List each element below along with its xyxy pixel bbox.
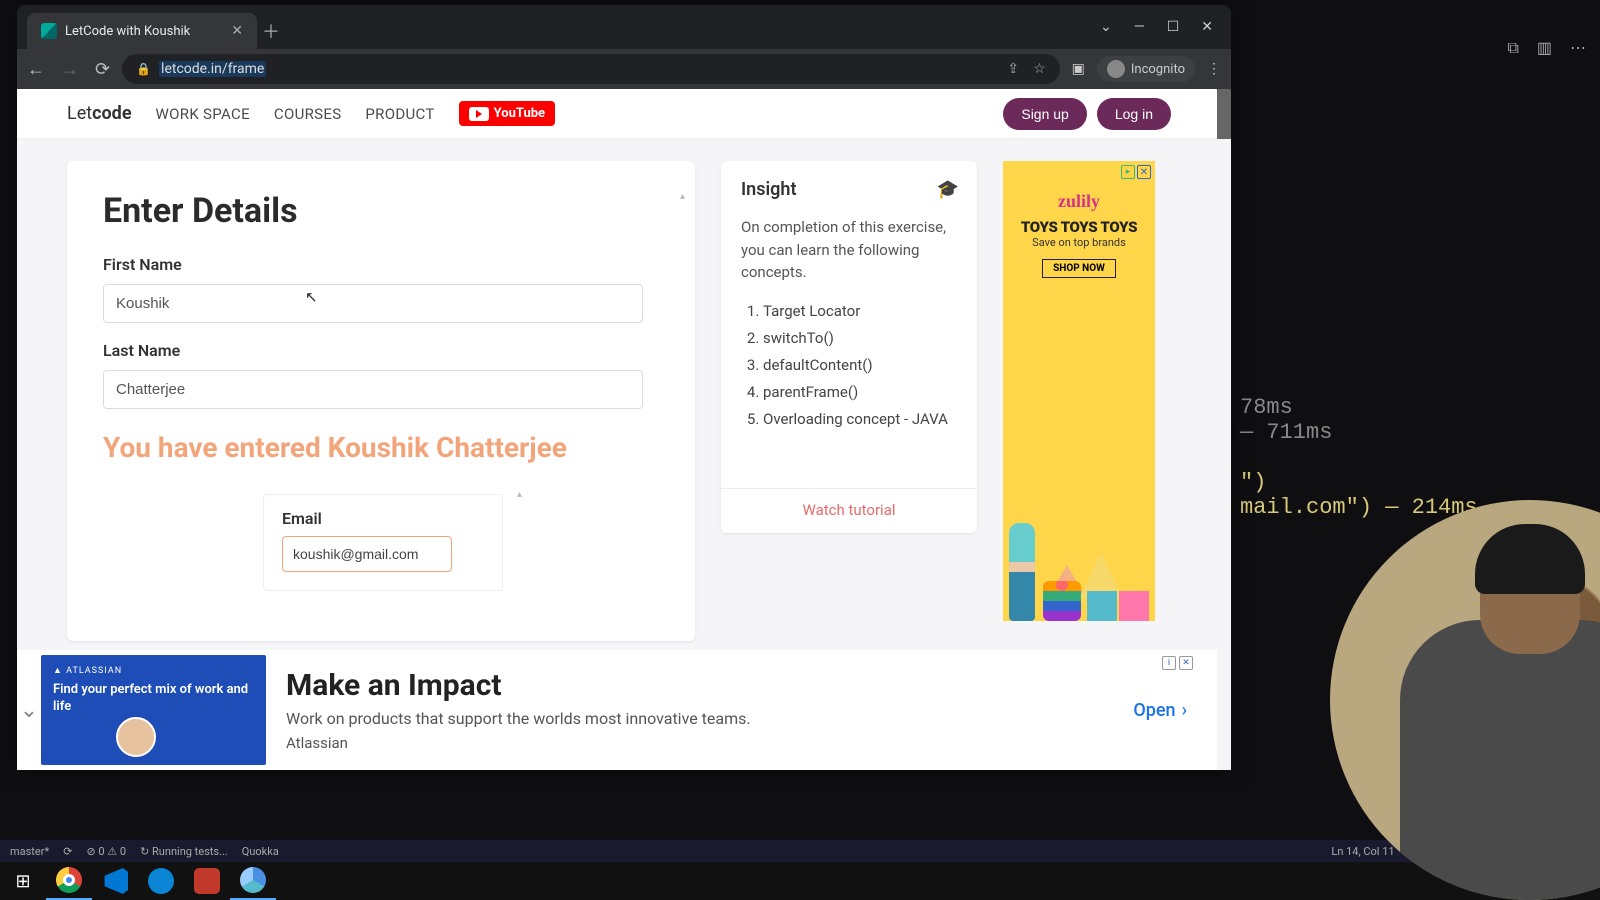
ad-close-icon[interactable]: ✕: [1137, 165, 1151, 179]
problems[interactable]: ⊘ 0 ⚠ 0: [86, 845, 126, 858]
chevron-down-icon[interactable]: ⌄: [1100, 19, 1112, 35]
youtube-button[interactable]: YouTube: [459, 101, 555, 126]
adchoices-icon[interactable]: ▸: [1121, 165, 1135, 179]
enter-details-card: ▴ Enter Details First Name Last Name You…: [67, 161, 695, 641]
taskbar-chrome[interactable]: [46, 862, 92, 900]
maximize-icon[interactable]: ☐: [1167, 19, 1180, 35]
more-icon[interactable]: ⋯: [1570, 38, 1586, 58]
insight-desc: On completion of this exercise, you can …: [741, 216, 957, 284]
taskbar-vscode[interactable]: [92, 862, 138, 900]
close-window-icon[interactable]: ✕: [1201, 19, 1213, 35]
ide-top-right-icons: ⧉ ▥ ⋯: [1507, 38, 1586, 58]
ad-headline: TOYS TOYS TOYS: [1009, 218, 1149, 236]
bottom-banner-ad[interactable]: i ✕ ⌄ ▲ ATLASSIAN Find your perfect mix …: [17, 650, 1217, 770]
insight-item: parentFrame(): [763, 379, 957, 406]
forward-icon[interactable]: →: [61, 59, 79, 80]
ad-marks: i ✕: [1162, 656, 1193, 670]
cursor-pos[interactable]: Ln 14, Col 11: [1331, 845, 1394, 858]
signup-button[interactable]: Sign up: [1003, 98, 1086, 130]
frame-scroll-indicator[interactable]: ▴: [680, 191, 685, 202]
youtube-icon: [469, 107, 489, 121]
star-icon[interactable]: ☆: [1033, 61, 1046, 77]
insight-list: Target Locator switchTo() defaultContent…: [763, 298, 957, 433]
new-tab-button[interactable]: ＋: [257, 13, 285, 49]
insight-card: Insight 🎓 On completion of this exercise…: [721, 161, 977, 533]
browser-tabstrip: LetCode with Koushik ✕ ＋ ⌄ — ☐ ✕: [17, 5, 1231, 49]
login-button[interactable]: Log in: [1097, 98, 1171, 130]
last-name-input[interactable]: [103, 370, 643, 409]
tab-favicon: [41, 23, 57, 39]
mouse-cursor: ↖: [305, 288, 318, 306]
close-tab-icon[interactable]: ✕: [231, 23, 243, 39]
ad-headline: Make an Impact: [286, 668, 1113, 703]
ad-brand: zulily: [1009, 191, 1149, 212]
extensions-icon[interactable]: ▣: [1072, 61, 1085, 77]
vscode-status-bar: master* ⟳ ⊘ 0 ⚠ 0 ↻ Running tests... Quo…: [0, 840, 1600, 862]
quokka-status[interactable]: Quokka: [242, 845, 279, 858]
ad-subhead: Save on top brands: [1009, 236, 1149, 249]
email-input[interactable]: [282, 536, 452, 572]
adclose-icon[interactable]: ✕: [1179, 656, 1193, 670]
url-input[interactable]: 🔒 letcode.in/frame ⇪ ☆: [122, 54, 1060, 84]
nav-workspace[interactable]: WORK SPACE: [156, 105, 250, 123]
entered-result: You have entered Koushik Chatterjee: [103, 431, 659, 464]
site-logo[interactable]: Letcode: [67, 103, 132, 124]
adinfo-icon[interactable]: i: [1162, 656, 1176, 670]
chrome-window: LetCode with Koushik ✕ ＋ ⌄ — ☐ ✕ ← → ⟳ 🔒…: [17, 5, 1231, 770]
start-button[interactable]: ⊞: [0, 862, 46, 900]
split-icon[interactable]: ⧉: [1507, 38, 1518, 58]
ad-sub: Work on products that support the worlds…: [286, 709, 1113, 728]
page-viewport: Letcode WORK SPACE COURSES PRODUCT YouTu…: [17, 89, 1231, 770]
inner-scroll-indicator[interactable]: ▴: [517, 489, 522, 500]
last-name-label: Last Name: [103, 341, 659, 360]
inner-email-frame: ▴ Email: [263, 494, 503, 591]
incognito-badge[interactable]: Incognito: [1097, 56, 1195, 82]
ad-cta[interactable]: SHOP NOW: [1042, 259, 1116, 278]
nav-product[interactable]: PRODUCT: [365, 105, 434, 123]
taskbar-chromium[interactable]: [230, 862, 276, 900]
windows-taskbar: ⊞: [0, 862, 1600, 900]
card-heading: Enter Details: [103, 191, 659, 231]
minimize-icon[interactable]: —: [1134, 19, 1145, 35]
test-status[interactable]: ↻ Running tests...: [140, 845, 228, 858]
first-name-input[interactable]: [103, 284, 643, 323]
window-controls: ⌄ — ☐ ✕: [1082, 5, 1231, 49]
reload-icon[interactable]: ⟳: [95, 59, 110, 80]
insight-item: switchTo(): [763, 325, 957, 352]
taskbar-camtasia[interactable]: [184, 862, 230, 900]
kebab-menu-icon[interactable]: ⋮: [1207, 61, 1221, 77]
lock-icon: 🔒: [136, 62, 151, 76]
nav-courses[interactable]: COURSES: [274, 105, 342, 123]
insight-title: Insight: [741, 179, 957, 200]
address-bar: ← → ⟳ 🔒 letcode.in/frame ⇪ ☆ ▣ Incognito…: [17, 49, 1231, 89]
git-branch[interactable]: master*: [10, 845, 49, 858]
insight-item: Target Locator: [763, 298, 957, 325]
collapse-ad-icon[interactable]: ⌄: [17, 698, 41, 723]
layout-icon[interactable]: ▥: [1537, 38, 1552, 58]
share-icon[interactable]: ⇪: [1007, 61, 1019, 77]
ad-company: Atlassian: [286, 734, 1113, 752]
insight-item: Overloading concept - JAVA: [763, 406, 957, 433]
insight-item: defaultContent(): [763, 352, 957, 379]
watch-tutorial-link[interactable]: Watch tutorial: [721, 488, 977, 519]
taskbar-app-blue[interactable]: [138, 862, 184, 900]
ad-image: ▲ ATLASSIAN Find your perfect mix of wor…: [41, 655, 266, 765]
browser-tab[interactable]: LetCode with Koushik ✕: [27, 13, 257, 49]
email-label: Email: [282, 509, 484, 528]
site-nav: Letcode WORK SPACE COURSES PRODUCT YouTu…: [17, 89, 1231, 139]
incognito-icon: [1107, 60, 1125, 78]
ad-toy-image: [1003, 481, 1155, 621]
back-icon[interactable]: ←: [27, 59, 45, 80]
graduation-cap-icon: 🎓: [937, 179, 959, 200]
chevron-right-icon: ›: [1182, 700, 1187, 721]
url-text: letcode.in/frame: [159, 61, 266, 77]
first-name-label: First Name: [103, 255, 659, 274]
sync-icon[interactable]: ⟳: [63, 845, 72, 858]
tab-title: LetCode with Koushik: [65, 24, 190, 39]
sidebar-ad[interactable]: ▸✕ zulily TOYS TOYS TOYS Save on top bra…: [1003, 161, 1155, 621]
ad-open-button[interactable]: Open ›: [1133, 700, 1217, 721]
